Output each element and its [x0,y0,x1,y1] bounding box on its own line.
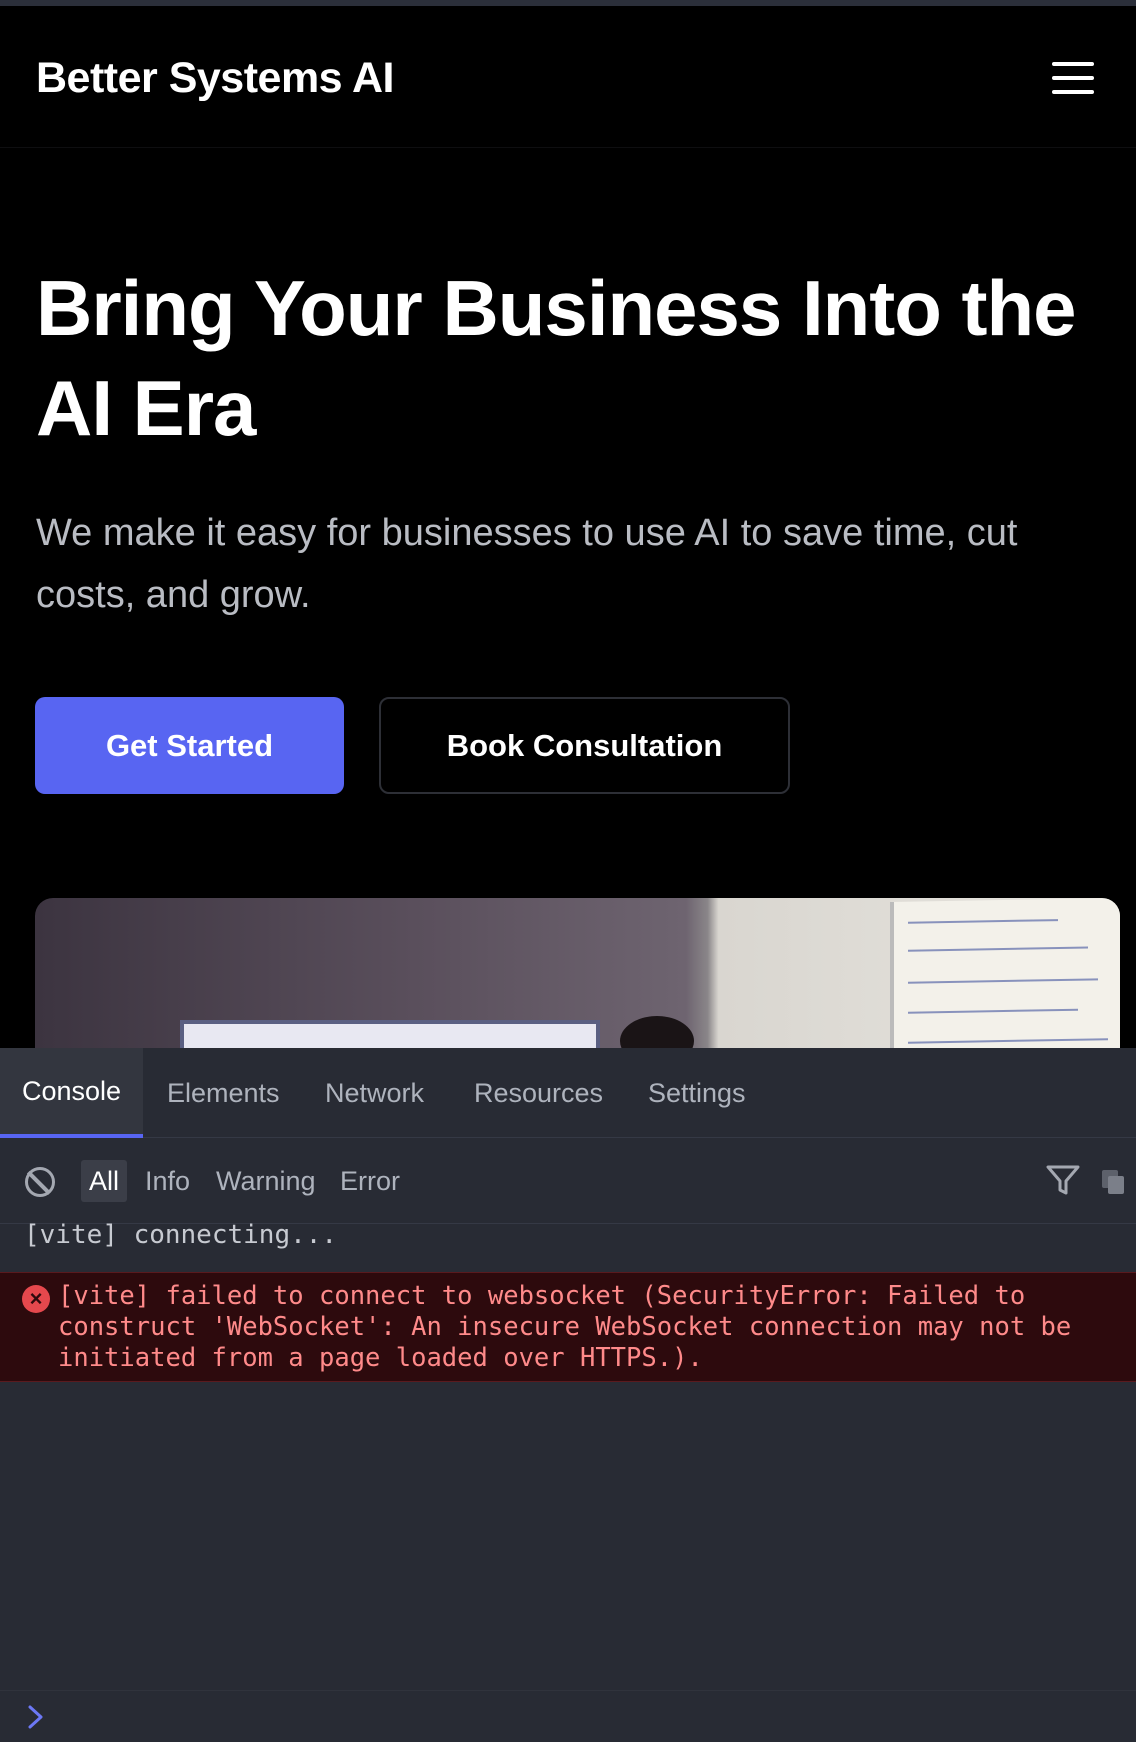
brand-logo-text[interactable]: Better Systems AI [36,54,394,103]
devtools-tab-bar: Console Elements Network Resources Setti… [0,1048,1136,1138]
filter-info[interactable]: Info [137,1160,198,1202]
error-circle-icon: × [22,1285,50,1313]
book-consultation-button[interactable]: Book Consultation [379,697,790,794]
chevron-right-icon [28,1705,43,1729]
tab-elements[interactable]: Elements [145,1048,302,1138]
hero-image [35,898,1120,1048]
hamburger-menu-icon[interactable] [1052,62,1094,96]
console-prompt[interactable] [0,1690,1136,1742]
filter-error[interactable]: Error [332,1160,408,1202]
filter-warning[interactable]: Warning [208,1160,324,1202]
console-filter-bar: All Info Warning Error [0,1138,1136,1224]
tab-settings[interactable]: Settings [626,1048,768,1138]
console-error-message: [vite] failed to connect to websocket (S… [58,1281,1072,1373]
filter-icon[interactable] [1045,1163,1081,1197]
clear-console-icon[interactable] [25,1167,55,1197]
site-header: Better Systems AI [0,6,1136,148]
console-error-row: × [vite] failed to connect to websocket … [0,1272,1136,1382]
console-log-line: [vite] connecting... [24,1220,338,1250]
hero-title: Bring Your Business Into the AI Era [36,264,1077,452]
get-started-button[interactable]: Get Started [35,697,344,794]
person-head-shape [620,1016,694,1048]
whiteboard-shape [890,898,1120,1048]
tab-console[interactable]: Console [0,1048,144,1138]
tab-network[interactable]: Network [303,1048,446,1138]
filter-all[interactable]: All [81,1160,128,1202]
monitor-shape [180,1020,600,1048]
hero-subtitle: We make it easy for businesses to use AI… [36,512,1018,616]
devtools-panel: Console Elements Network Resources Setti… [0,1048,1136,1742]
tab-resources[interactable]: Resources [452,1048,625,1138]
copy-icon[interactable] [1100,1168,1126,1196]
